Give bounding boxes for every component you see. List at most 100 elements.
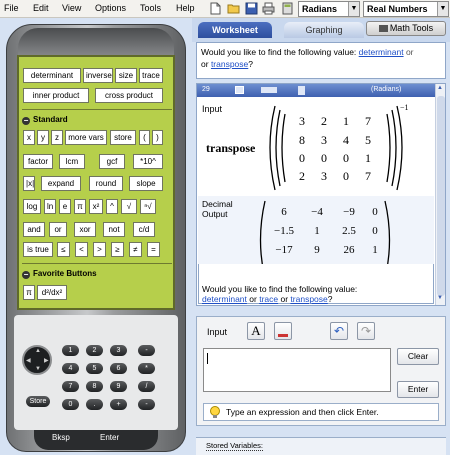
math-tools-button[interactable]: Math Tools — [366, 21, 446, 36]
key-geq[interactable]: ≥ — [111, 242, 124, 257]
highlight-pen-icon[interactable] — [274, 322, 292, 340]
key-lcm[interactable]: lcm — [59, 154, 85, 169]
key-cross-product[interactable]: cross product — [95, 88, 163, 103]
menu-view[interactable]: View — [62, 3, 81, 13]
link-trace[interactable]: trace — [259, 294, 278, 304]
trash-icon[interactable] — [298, 86, 305, 95]
key-gcf[interactable]: gcf — [99, 154, 125, 169]
arrow-up-icon[interactable]: ▲ — [35, 348, 41, 354]
calculator-icon[interactable] — [281, 2, 294, 15]
angle-mode-select[interactable]: Radians ▼ — [298, 1, 360, 17]
key-round[interactable]: round — [89, 176, 123, 191]
edit-icon[interactable] — [235, 86, 244, 94]
link-determinant[interactable]: determinant — [359, 47, 404, 57]
scroll-down-icon[interactable]: ▼ — [437, 295, 445, 303]
key-fav-second-derivative[interactable]: d²/dx² — [37, 285, 67, 300]
key-gt[interactable]: > — [93, 242, 106, 257]
key-9[interactable]: 9 — [110, 381, 127, 392]
redo-icon[interactable]: ↷ — [357, 322, 375, 340]
tab-worksheet[interactable]: Worksheet — [198, 22, 272, 38]
key-5[interactable]: 5 — [86, 363, 103, 374]
key-is-true[interactable]: is true — [23, 242, 53, 257]
key-decimal[interactable]: . — [86, 399, 103, 410]
key-0[interactable]: 0 — [62, 399, 79, 410]
section-favorites-header[interactable]: − Favorite Buttons — [22, 269, 97, 279]
key-abs[interactable]: |x| — [23, 176, 35, 191]
tab-graphing[interactable]: Graphing — [284, 22, 364, 38]
arrow-left-icon[interactable]: ◀ — [26, 357, 31, 364]
key-and[interactable]: and — [23, 222, 45, 237]
arrow-right-icon[interactable]: ▶ — [44, 357, 49, 364]
key-x[interactable]: x — [23, 130, 35, 145]
number-mode-select[interactable]: Real Numbers ▼ — [363, 1, 449, 17]
enter-hardware-button[interactable]: Enter — [100, 433, 119, 442]
key-multiply[interactable]: * — [138, 363, 155, 374]
key-nth-root[interactable]: ⁿ√ — [140, 199, 156, 214]
scroll-up-icon[interactable]: ▲ — [437, 85, 445, 93]
print-icon[interactable] — [262, 2, 275, 15]
menu-help[interactable]: Help — [176, 3, 195, 13]
menu-tools[interactable]: Tools — [140, 3, 161, 13]
key-e[interactable]: e — [59, 199, 71, 214]
link-transpose[interactable]: transpose — [211, 59, 248, 69]
key-or[interactable]: or — [49, 222, 67, 237]
key-pi[interactable]: π — [74, 199, 86, 214]
key-z[interactable]: z — [51, 130, 63, 145]
key-ln[interactable]: ln — [44, 199, 56, 214]
link-transpose[interactable]: transpose — [290, 294, 327, 304]
key-log[interactable]: log — [23, 199, 41, 214]
enter-button[interactable]: Enter — [397, 381, 439, 398]
key-neq[interactable]: ≠ — [129, 242, 142, 257]
font-format-icon[interactable]: A — [247, 322, 265, 340]
key-factor[interactable]: factor — [23, 154, 53, 169]
clear-button[interactable]: Clear — [397, 348, 439, 365]
key-plus[interactable]: + — [110, 399, 127, 410]
scroll-thumb[interactable] — [437, 96, 445, 296]
direction-pad[interactable]: ▲ ▼ ◀ ▶ — [22, 345, 52, 375]
key-lt[interactable]: < — [75, 242, 88, 257]
key-open-paren[interactable]: ( — [139, 130, 150, 145]
open-folder-icon[interactable] — [227, 2, 240, 15]
save-icon[interactable] — [245, 2, 258, 15]
undo-icon[interactable]: ↶ — [330, 322, 348, 340]
menu-file[interactable]: File — [4, 3, 19, 13]
key-3[interactable]: 3 — [110, 345, 127, 356]
key-determinant[interactable]: determinant — [23, 68, 81, 83]
key-power[interactable]: ^ — [106, 199, 118, 214]
key-1[interactable]: 1 — [62, 345, 79, 356]
key-expand[interactable]: expand — [41, 176, 81, 191]
arrow-down-icon[interactable]: ▼ — [35, 366, 41, 372]
key-size[interactable]: size — [115, 68, 137, 83]
key-7[interactable]: 7 — [62, 381, 79, 392]
key-fav-pi[interactable]: π — [23, 285, 35, 300]
key-xor[interactable]: xor — [74, 222, 96, 237]
key-sqrt[interactable]: √ — [121, 199, 137, 214]
key-y[interactable]: y — [37, 130, 49, 145]
key-8[interactable]: 8 — [86, 381, 103, 392]
key-inner-product[interactable]: inner product — [23, 88, 89, 103]
key-store[interactable]: store — [110, 130, 136, 145]
key-4[interactable]: 4 — [62, 363, 79, 374]
keyboard-icon[interactable] — [261, 87, 277, 93]
key-not[interactable]: not — [103, 222, 125, 237]
bksp-button[interactable]: Bksp — [52, 433, 70, 442]
link-determinant[interactable]: determinant — [202, 294, 247, 304]
new-document-icon[interactable] — [209, 2, 222, 15]
key-more-vars[interactable]: more vars — [65, 130, 107, 145]
key-leq[interactable]: ≤ — [57, 242, 70, 257]
key-square[interactable]: x² — [89, 199, 103, 214]
stored-variables-bar[interactable]: Stored Variables: — [196, 437, 446, 455]
key-fraction[interactable]: c/d — [133, 222, 155, 237]
menu-edit[interactable]: Edit — [33, 3, 49, 13]
key-inverse[interactable]: inverse — [83, 68, 113, 83]
section-standard-header[interactable]: − Standard — [22, 115, 68, 125]
key-divide[interactable]: / — [138, 381, 155, 392]
key-trace[interactable]: trace — [139, 68, 163, 83]
key-minus[interactable]: - — [138, 345, 155, 356]
menu-options[interactable]: Options — [95, 3, 126, 13]
key-6[interactable]: 6 — [110, 363, 127, 374]
key-close-paren[interactable]: ) — [152, 130, 163, 145]
key-store-hardware[interactable]: Store — [26, 396, 50, 407]
key-2[interactable]: 2 — [86, 345, 103, 356]
key-slope[interactable]: slope — [129, 176, 163, 191]
